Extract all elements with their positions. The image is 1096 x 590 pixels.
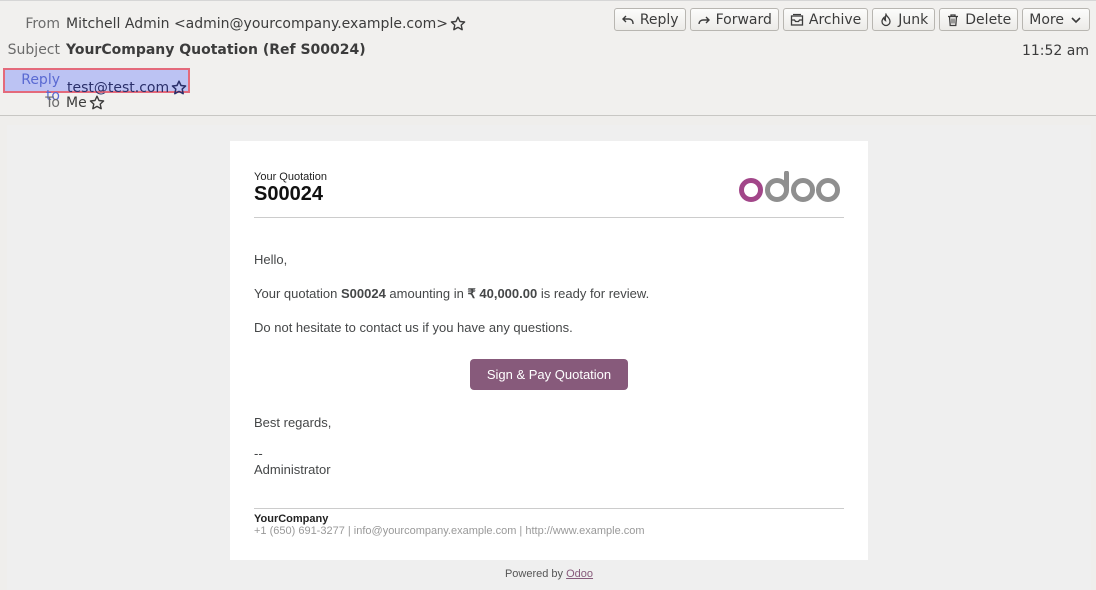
quotation-line-mid: amounting in xyxy=(385,286,468,301)
star-icon[interactable] xyxy=(450,16,466,32)
archive-button[interactable]: Archive xyxy=(782,8,869,31)
to-label: To xyxy=(45,95,60,111)
quotation-number: S00024 xyxy=(254,183,323,205)
message-header: From Mitchell Admin <admin@yourcompany.e… xyxy=(0,0,1096,116)
quotation-amount: ₹ 40,000.00 xyxy=(467,286,538,301)
chevron-down-icon xyxy=(1069,13,1083,27)
forward-button[interactable]: Forward xyxy=(689,8,779,31)
powered-by-text: Powered by xyxy=(504,568,567,580)
subject-value: YourCompany Quotation (Ref S00024) xyxy=(66,42,366,58)
reply-label: Reply xyxy=(639,11,679,28)
junk-button[interactable]: Junk xyxy=(872,8,936,31)
from-value[interactable]: Mitchell Admin <admin@yourcompany.exampl… xyxy=(66,16,448,32)
more-label: More xyxy=(1029,11,1064,28)
forward-label: Forward xyxy=(715,11,772,28)
email-card: Your Quotation S00024 Hello, Your quotat… xyxy=(230,141,868,560)
sign-pay-quotation-button[interactable]: Sign & Pay Quotation xyxy=(470,359,628,390)
divider xyxy=(254,217,844,218)
delete-button[interactable]: Delete xyxy=(939,8,1019,31)
junk-label: Junk xyxy=(898,11,929,28)
flame-icon xyxy=(879,12,893,27)
quotation-ref: S00024 xyxy=(340,286,386,301)
forward-icon xyxy=(697,13,711,27)
powered-by: Powered by Odoo xyxy=(7,568,1091,580)
subject-row: Subject YourCompany Quotation (Ref S0002… xyxy=(0,42,366,58)
delete-label: Delete xyxy=(965,11,1012,28)
greeting: Hello, xyxy=(254,252,288,267)
trash-icon xyxy=(946,13,960,27)
star-icon[interactable] xyxy=(89,95,105,111)
more-button[interactable]: More xyxy=(1022,8,1090,31)
to-row: To Me xyxy=(0,95,105,111)
quotation-line: Your quotation S00024 amounting in ₹ 40,… xyxy=(254,286,649,302)
from-row: From Mitchell Admin <admin@yourcompany.e… xyxy=(0,16,466,32)
reply-icon xyxy=(621,13,635,27)
company-name: YourCompany xyxy=(254,513,329,525)
archive-icon xyxy=(790,13,804,27)
signature-dash: -- xyxy=(254,446,263,461)
regards: Best regards, xyxy=(254,415,332,430)
divider xyxy=(254,508,844,509)
quotation-line-post: is ready for review. xyxy=(537,286,650,301)
reply-to-value[interactable]: test@test.com xyxy=(67,80,169,96)
reply-to-highlight[interactable]: Reply to test@test.com xyxy=(3,68,190,104)
message-toolbar: Reply Forward Archive Junk Delete More xyxy=(613,8,1090,31)
odoo-link[interactable]: Odoo xyxy=(566,568,593,580)
star-icon[interactable] xyxy=(171,80,187,96)
contact-line: Do not hesitate to contact us if you hav… xyxy=(254,320,573,335)
signature-name: Administrator xyxy=(254,462,331,477)
your-quotation-label: Your Quotation xyxy=(254,171,327,183)
company-info: +1 (650) 691-3277 | info@yourcompany.exa… xyxy=(254,525,645,537)
archive-label: Archive xyxy=(808,11,862,28)
email-body: Your Quotation S00024 Hello, Your quotat… xyxy=(7,125,1091,590)
from-label: From xyxy=(25,16,60,32)
quotation-line-pre: Your quotation xyxy=(254,286,341,301)
message-time: 11:52 am xyxy=(1021,43,1089,59)
reply-button[interactable]: Reply xyxy=(613,8,686,31)
to-value[interactable]: Me xyxy=(66,95,87,111)
subject-label: Subject xyxy=(7,42,60,58)
odoo-logo xyxy=(737,170,841,210)
